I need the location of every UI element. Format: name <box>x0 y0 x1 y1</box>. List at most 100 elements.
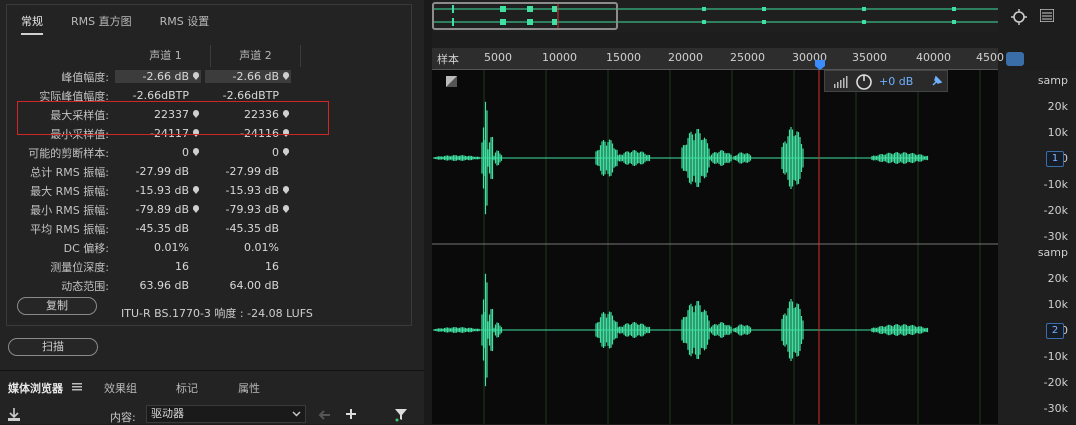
stats-row-label: 平均 RMS 振幅: <box>30 222 109 236</box>
magnet-icon[interactable] <box>1006 52 1024 66</box>
ruler-unit-label: 样本 <box>437 53 459 66</box>
pin-icon[interactable] <box>283 205 289 213</box>
pin-icon[interactable] <box>193 72 199 80</box>
content-label: 内容: <box>110 411 136 424</box>
copy-button[interactable]: 复制 <box>17 297 97 315</box>
stats-header: 声道 1 声道 2 <box>121 45 373 67</box>
stats-row-values: -2.66 dB -2.66 dB <box>115 70 291 83</box>
stats-value-text: 0.01% <box>154 241 189 254</box>
stats-value-text: -2.66 dB <box>142 70 190 83</box>
channel-1-badge[interactable]: 1 <box>1046 151 1064 167</box>
list-icon[interactable] <box>1040 9 1054 22</box>
overview-navigator[interactable] <box>432 0 998 32</box>
stats-tabs: 常规 RMS 直方图 RMS 设置 <box>21 13 209 35</box>
stats-row: 峰值幅度: -2.66 dB -2.66 dB <box>15 67 373 86</box>
column-header-channel-1: 声道 1 <box>121 45 211 67</box>
stats-value-ch2: -79.93 dB <box>205 203 291 216</box>
tab-media-browser[interactable]: 媒体浏览器 <box>8 380 63 396</box>
tab-rms-settings[interactable]: RMS 设置 <box>160 13 210 35</box>
stats-row: 总计 RMS 振幅: -27.99 dB -27.99 dB <box>15 162 373 181</box>
stats-value-ch2: -45.35 dB <box>205 222 291 235</box>
stats-value-text: -79.89 dB <box>135 203 190 216</box>
amplitude-label: -10k <box>1043 350 1068 363</box>
stats-value-ch2: -27.99 dB <box>205 165 291 178</box>
stats-value-text: -45.35 dB <box>225 222 280 235</box>
channel-2-badge[interactable]: 2 <box>1046 323 1064 339</box>
amplitude-label: 20k <box>1047 272 1068 285</box>
zoom-icon[interactable] <box>1010 8 1028 26</box>
pin-icon[interactable] <box>193 205 199 213</box>
ruler-tick: 35000 <box>852 51 887 64</box>
pin-icon[interactable] <box>283 148 289 156</box>
stats-value-text: 64.00 dB <box>229 279 279 292</box>
stats-value-ch1: 0.01% <box>115 241 201 254</box>
stats-row-label: 峰值幅度: <box>61 70 109 84</box>
power-knob-icon[interactable] <box>855 73 873 91</box>
panel-divider[interactable] <box>424 0 432 424</box>
overview-viewport[interactable] <box>432 2 618 30</box>
stats-value-ch1: -27.99 dB <box>115 165 201 178</box>
stats-row-values: -15.93 dB -15.93 dB <box>115 184 291 197</box>
menu-icon[interactable] <box>72 383 82 391</box>
stats-value-text: -15.93 dB <box>135 184 190 197</box>
tab-rms-histogram[interactable]: RMS 直方图 <box>71 13 132 35</box>
tab-properties[interactable]: 属性 <box>238 380 260 396</box>
stats-row-values: -45.35 dB -45.35 dB <box>115 222 291 235</box>
amplitude-label: 10k <box>1047 126 1068 139</box>
highlight-box <box>17 101 329 135</box>
stats-value-text: -15.93 dB <box>225 184 280 197</box>
loudness-readout: ITU-R BS.1770-3 响度 : -24.08 LUFS <box>121 307 313 320</box>
stats-row-label: 动态范围: <box>61 279 109 293</box>
stats-row: 测量位深度: 16 16 <box>15 257 373 276</box>
stats-value-text: 0 <box>272 146 279 159</box>
stats-value-ch1: -45.35 dB <box>115 222 201 235</box>
amplitude-label: -20k <box>1043 204 1068 217</box>
stats-value-text: -45.35 dB <box>135 222 190 235</box>
amplitude-ruler: samp 20k 10k 0 -10k -20k -30k samp 20k 10k 0 -10k -2… <box>998 70 1076 424</box>
tab-general[interactable]: 常规 <box>21 13 43 35</box>
stats-value-ch1: 16 <box>115 260 201 273</box>
fade-in-handle-icon[interactable] <box>446 76 457 87</box>
back-arrow-icon[interactable] <box>318 409 332 421</box>
download-icon[interactable] <box>6 407 26 423</box>
pin-icon[interactable] <box>283 72 289 80</box>
stats-row-values: 00 <box>115 146 291 159</box>
stats-value-text: 63.96 dB <box>139 279 189 292</box>
pin-icon[interactable] <box>283 186 289 194</box>
stats-value-ch2: 16 <box>205 260 291 273</box>
pin-icon[interactable] <box>931 75 943 87</box>
stats-value-text: -27.99 dB <box>225 165 280 178</box>
pin-icon[interactable] <box>193 148 199 156</box>
amplitude-label: 10k <box>1047 298 1068 311</box>
stats-value-ch1: 63.96 dB <box>115 279 201 292</box>
stats-row-label: 最大 RMS 振幅: <box>30 184 109 198</box>
tab-effects-rack[interactable]: 效果组 <box>104 380 137 396</box>
amplitude-statistics-panel: 常规 RMS 直方图 RMS 设置 声道 1 声道 2 峰值幅度: -2.66 d… <box>6 4 412 326</box>
stats-value-ch1: -79.89 dB <box>115 203 201 216</box>
stats-row-label: DC 偏移: <box>63 241 109 255</box>
ruler-tick: 20000 <box>668 51 703 64</box>
stats-value-ch2: -2.66 dB <box>205 70 291 83</box>
ruler-tick: 25000 <box>730 51 765 64</box>
stats-value-text: -79.93 dB <box>225 203 280 216</box>
stats-row-values: 63.96 dB 64.00 dB <box>115 279 291 292</box>
tab-markers[interactable]: 标记 <box>176 380 198 396</box>
chevron-down-icon <box>292 411 301 417</box>
gain-hud: +0 dB <box>824 70 948 92</box>
content-select[interactable]: 驱动器 <box>146 405 306 423</box>
stats-row: 可能的剪断样本: 0 0 <box>15 143 373 162</box>
gain-value[interactable]: +0 dB <box>879 75 913 88</box>
pin-icon[interactable] <box>193 186 199 194</box>
stats-row-label: 测量位深度: <box>50 260 109 274</box>
add-icon[interactable] <box>344 407 360 423</box>
amplitude-label: 20k <box>1047 100 1068 113</box>
scan-button[interactable]: 扫描 <box>8 338 98 356</box>
waveform-editor[interactable] <box>432 70 998 424</box>
stats-row-values: 16 16 <box>115 260 291 273</box>
content-select-value: 驱动器 <box>151 407 184 420</box>
stats-value-ch1: -15.93 dB <box>115 184 201 197</box>
filter-icon[interactable] <box>394 407 410 423</box>
stats-row: 动态范围: 63.96 dB 64.00 dB <box>15 276 373 295</box>
time-ruler[interactable]: 样本 5000 10000 15000 20000 25000 30000 35000 400… <box>432 48 1004 70</box>
stats-row-values: -27.99 dB -27.99 dB <box>115 165 291 178</box>
